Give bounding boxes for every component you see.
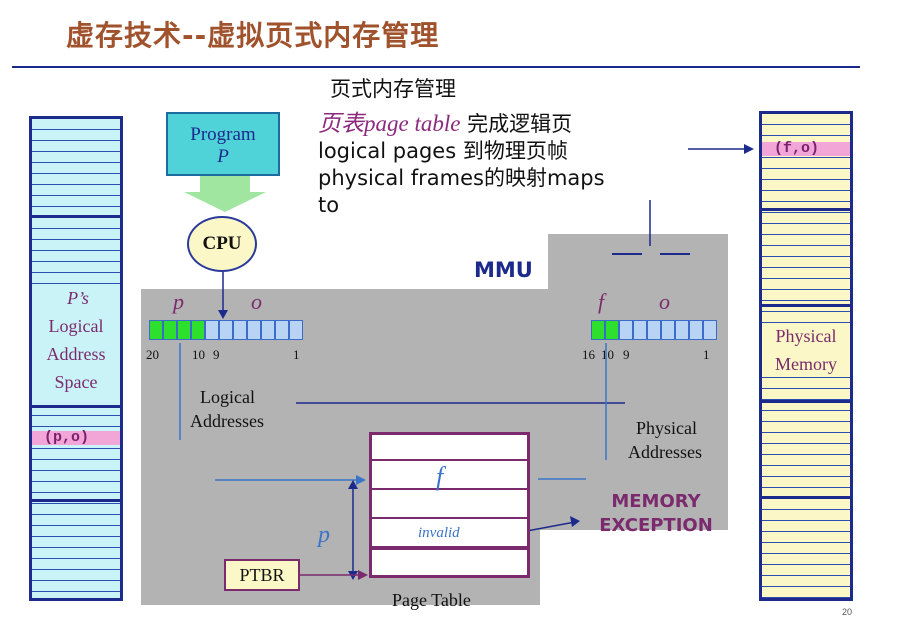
page-table-index-p: p (318, 522, 330, 548)
memory-exception: MEMORY EXCEPTION (586, 490, 726, 538)
page-table-f-entry: f (436, 462, 444, 491)
memory-exception-line2: EXCEPTION (599, 515, 713, 536)
ptbr-label: PTBR (239, 565, 285, 585)
ptbr-box: PTBR (224, 559, 300, 591)
page-table-invalid-entry: invalid (418, 525, 460, 541)
memory-exception-line1: MEMORY (611, 491, 701, 512)
page-number: 20 (842, 607, 853, 617)
page-table: f invalid (369, 432, 530, 578)
page-table-label: Page Table (392, 590, 471, 610)
